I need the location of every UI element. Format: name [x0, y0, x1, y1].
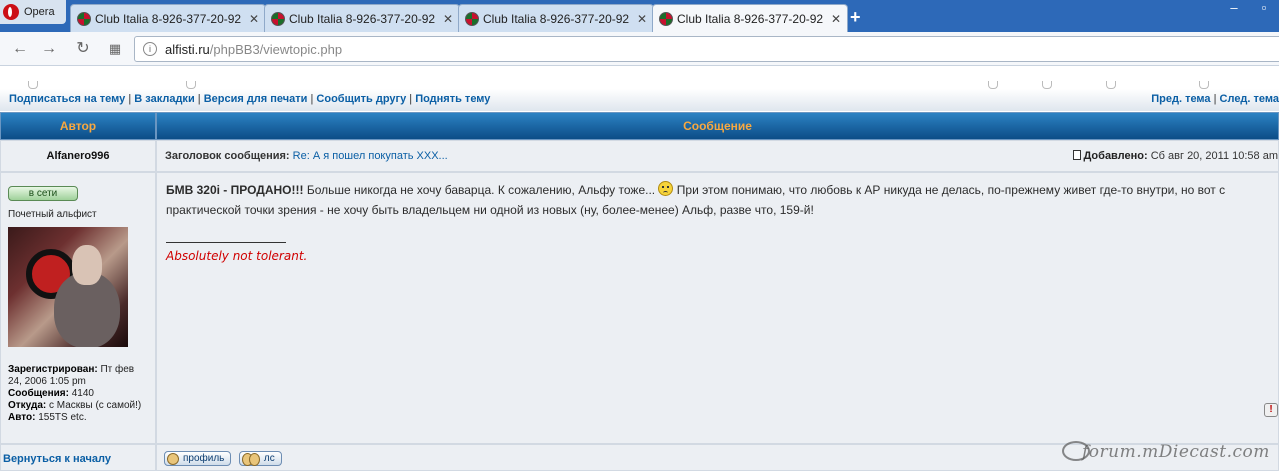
bookmark-link[interactable]: В закладки: [134, 93, 194, 105]
sad-smiley-icon: [658, 181, 674, 196]
tab-close-icon[interactable]: ✕: [249, 12, 259, 26]
bump-topic-link[interactable]: Поднять тему: [415, 93, 490, 105]
opera-menu-button[interactable]: Opera: [0, 0, 66, 24]
posted-label: Добавлено:: [1083, 150, 1148, 162]
posts-count: 4140: [71, 388, 94, 399]
alfa-favicon-icon: [659, 12, 673, 26]
car-label: Авто:: [8, 412, 36, 423]
subscribe-link[interactable]: Подписаться на тему: [9, 93, 125, 105]
post-text: БМВ 320i - ПРОДАНО!!! Больше никогда не …: [166, 180, 1269, 220]
new-tab-icon[interactable]: +: [850, 7, 861, 28]
cut-off-icon: [988, 81, 998, 89]
post-table: Автор Сообщение Alfanero996 Заголовок со…: [0, 112, 1279, 471]
location-value: с Масквы (с самой!): [49, 400, 142, 411]
pm-button[interactable]: лс: [238, 451, 282, 466]
cut-off-row: [0, 81, 1279, 89]
cut-off-icon: [28, 81, 38, 89]
maximize-icon[interactable]: ▫: [1249, 0, 1279, 20]
tab-title: Club Italia 8-926-377-20-92: [483, 11, 630, 26]
registered-label: Зарегистрирован:: [8, 364, 98, 375]
post-text-bold: БМВ 320i - ПРОДАНО!!!: [166, 183, 304, 197]
post-author-name[interactable]: Alfanero996: [0, 140, 156, 172]
location-label: Откуда:: [8, 400, 47, 411]
online-status-badge: в сети: [8, 186, 78, 201]
back-arrow-icon[interactable]: ←: [9, 39, 31, 59]
signature-divider: [166, 242, 286, 243]
user-rank: Почетный альфист: [8, 209, 97, 220]
post-subject[interactable]: Re: А я пошел покупать XXX...: [293, 150, 448, 162]
tab-title: Club Italia 8-926-377-20-92: [677, 12, 824, 26]
tab-close-icon[interactable]: ✕: [637, 12, 647, 26]
post-body: БМВ 320i - ПРОДАНО!!! Больше никогда не …: [156, 172, 1279, 444]
tab-title: Club Italia 8-926-377-20-92: [95, 11, 242, 26]
posted-date-value: Сб авг 20, 2011 10:58 am: [1150, 150, 1278, 162]
reload-icon[interactable]: ↻: [72, 39, 94, 59]
pm-button-label: лс: [263, 453, 275, 464]
post-date: Добавлено: Сб авг 20, 2011 10:58 am: [1073, 150, 1278, 162]
users-icon: [241, 452, 260, 466]
tab-close-icon[interactable]: ✕: [443, 12, 453, 26]
cut-off-icon: [1199, 81, 1209, 89]
cut-off-icon: [1106, 81, 1116, 89]
browser-tab-active[interactable]: Club Italia 8-926-377-20-92 ✕: [652, 4, 848, 33]
author-profile-panel: в сети Почетный альфист Зарегистрирован:…: [0, 172, 156, 444]
speed-dial-grid-icon[interactable]: ▦: [104, 39, 126, 59]
alfa-favicon-icon: [77, 11, 91, 26]
topic-nav-links: Пред. тема | След. тема: [1151, 93, 1279, 105]
watermark-text: forum.mDiecast.com: [1082, 442, 1270, 462]
user-icon: [167, 452, 179, 465]
cut-off-icon: [186, 81, 196, 89]
opera-logo-icon: [3, 4, 19, 20]
alfa-favicon-icon: [271, 11, 285, 26]
address-bar[interactable]: i alfisti.ru/phpBB3/viewtopic.php: [134, 36, 1279, 62]
report-icon[interactable]: !: [1264, 403, 1278, 417]
browser-nav-bar: ← → ↻ ▦ i alfisti.ru/phpBB3/viewtopic.ph…: [0, 32, 1279, 66]
author-column-header: Автор: [0, 112, 156, 140]
cut-off-icon: [1042, 81, 1052, 89]
message-column-header: Сообщение: [156, 112, 1279, 140]
opera-menu-label: Opera: [24, 6, 55, 18]
forward-arrow-icon[interactable]: →: [38, 39, 60, 59]
profile-button-label: профиль: [183, 453, 225, 464]
profile-button[interactable]: профиль: [164, 451, 232, 466]
avatar: [8, 227, 128, 347]
signature: Absolutely not tolerant.: [166, 249, 308, 263]
posts-label: Сообщения:: [8, 388, 69, 399]
car-value: 155TS etc.: [38, 412, 87, 423]
post-icon[interactable]: [1073, 150, 1082, 160]
print-version-link[interactable]: Версия для печати: [204, 93, 308, 105]
subject-label: Заголовок сообщения:: [165, 150, 290, 162]
browser-tab[interactable]: Club Italia 8-926-377-20-92 ✕: [264, 4, 460, 32]
tell-friend-link[interactable]: Сообщить другу: [316, 93, 406, 105]
browser-tab[interactable]: Club Italia 8-926-377-20-92 ✕: [458, 4, 654, 32]
prev-topic-link[interactable]: Пред. тема: [1151, 93, 1210, 105]
browser-tab-bar: Opera Club Italia 8-926-377-20-92 ✕ Club…: [0, 0, 1279, 33]
tab-title: Club Italia 8-926-377-20-92: [289, 11, 436, 26]
next-topic-link[interactable]: След. тема: [1220, 93, 1279, 105]
minimize-icon[interactable]: –: [1219, 0, 1249, 20]
url-path: /phpBB3/viewtopic.php: [209, 41, 343, 57]
tab-close-icon[interactable]: ✕: [831, 12, 841, 26]
url-host: alfisti.ru: [165, 41, 210, 57]
topic-actions-bar: Подписаться на тему | В закладки | Верси…: [0, 89, 1279, 111]
forum-page: Подписаться на тему | В закладки | Верси…: [0, 67, 1279, 471]
watermark: forum.mDiecast.com: [1062, 441, 1270, 462]
post-text-part1: Больше никогда не хочу баварца. К сожале…: [303, 183, 659, 197]
alfa-favicon-icon: [465, 11, 479, 26]
browser-tab[interactable]: Club Italia 8-926-377-20-92 ✕: [70, 4, 266, 32]
author-meta: Зарегистрирован: Пт фев 24, 2006 1:05 pm…: [8, 364, 148, 424]
back-to-top-link[interactable]: Вернуться к началу: [0, 444, 156, 471]
post-subject-row: Заголовок сообщения: Re: А я пошел покуп…: [156, 140, 1279, 172]
site-info-icon[interactable]: i: [143, 42, 157, 56]
